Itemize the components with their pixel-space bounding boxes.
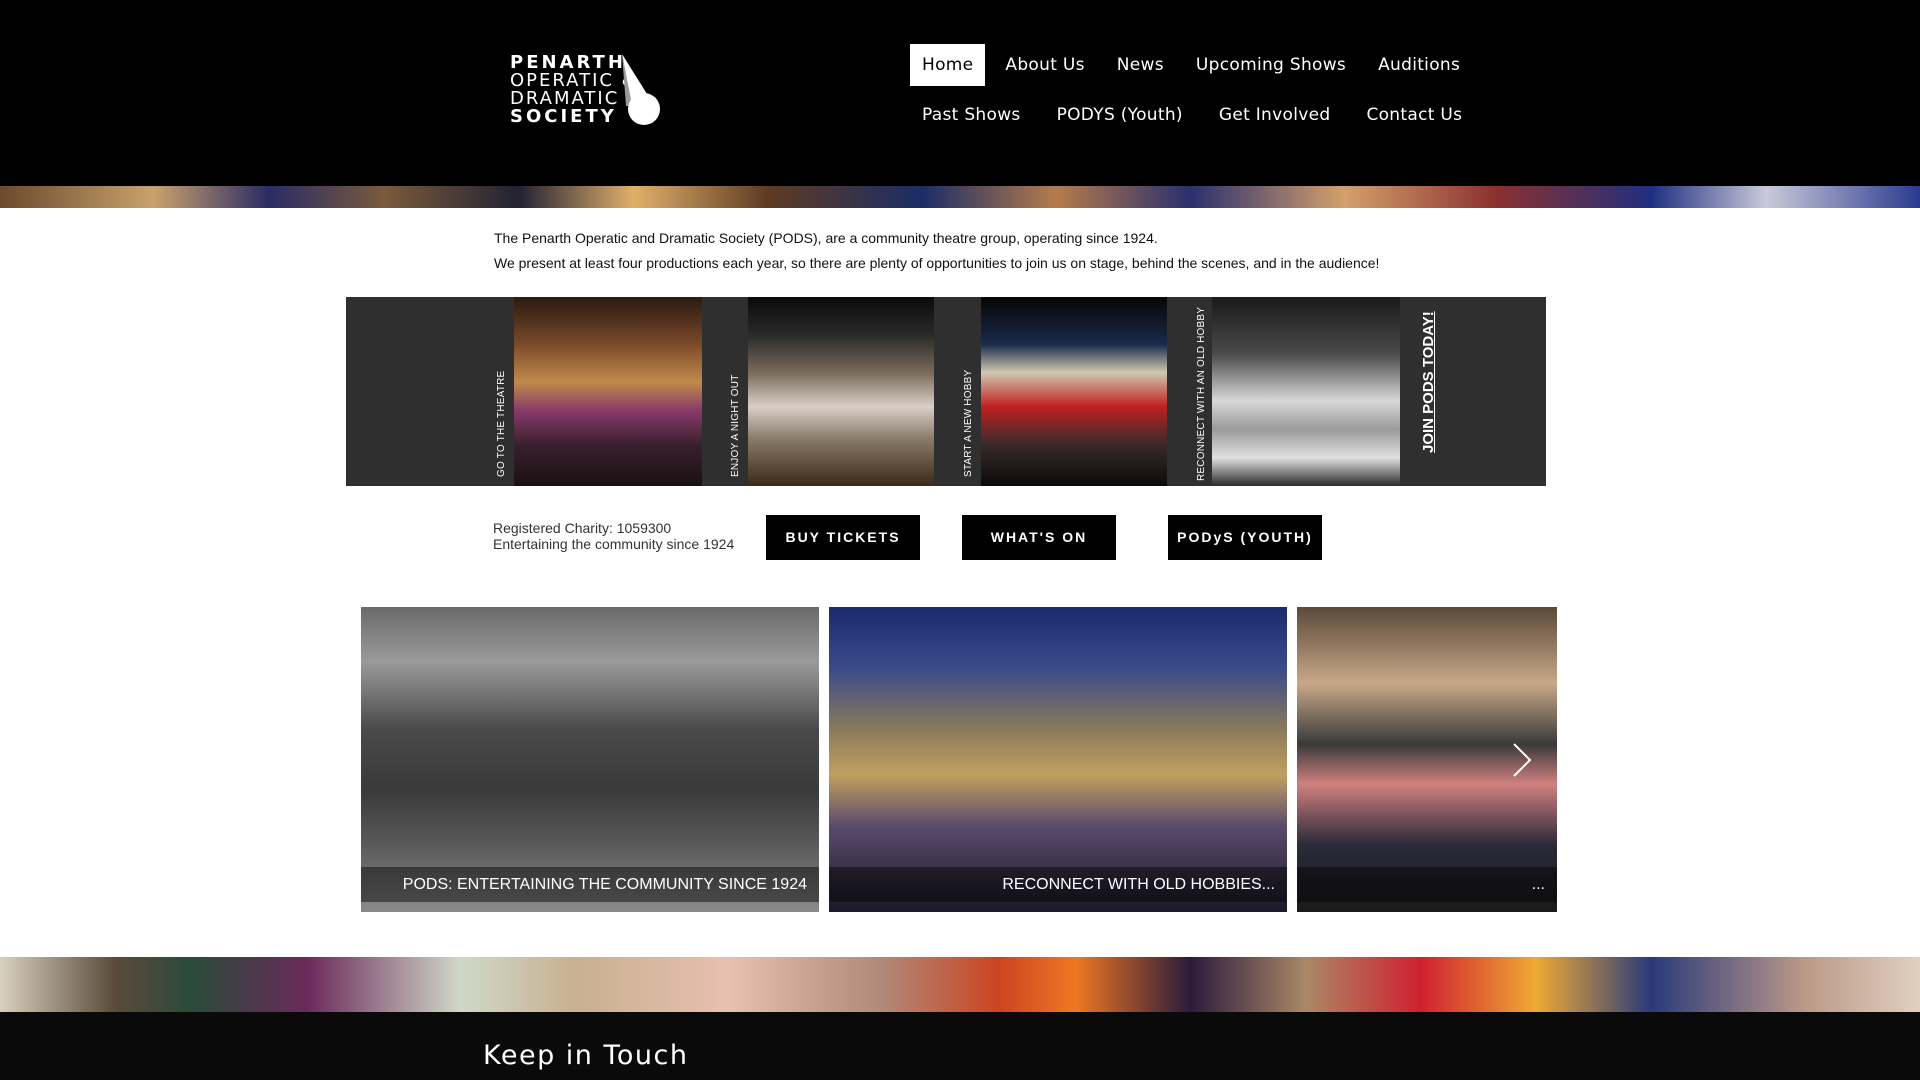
nav-home[interactable]: Home [910,44,986,86]
site-logo[interactable]: PENARTH OPERATIC & DRAMATIC SOCIETY [510,54,660,129]
charity-tagline: Entertaining the community since 1924 [493,536,735,552]
banner-label-theatre: GO TO THE THEATRE [496,370,507,477]
gallery-caption: RECONNECT WITH OLD HOBBIES... [829,867,1287,902]
banner-photo-theatre [514,297,702,486]
site-footer [0,1012,1920,1080]
banner-photo-old-hobby [1212,297,1400,486]
nav-news[interactable]: News [1105,44,1176,86]
nav-row-secondary: Past Shows PODYS (Youth) Get Involved Co… [910,94,1462,136]
charity-number: Registered Charity: 1059300 [493,520,672,536]
main-nav: Home About Us News Upcoming Shows Auditi… [910,44,1462,136]
nav-about-us[interactable]: About Us [993,44,1096,86]
banner-label-night-out: ENJOY A NIGHT OUT [730,374,741,478]
banner-photo-new-hobby [981,297,1167,486]
banner-photo-night-out [748,297,934,486]
nav-row-primary: Home About Us News Upcoming Shows Auditi… [910,44,1460,86]
nav-upcoming-shows[interactable]: Upcoming Shows [1184,44,1358,86]
charity-info: Registered Charity: 1059300 Entertaining… [493,520,734,552]
gallery-slide[interactable]: RECONNECT WITH OLD HOBBIES... [829,607,1287,912]
nav-contact-us[interactable]: Contact Us [1354,94,1474,136]
whats-on-button[interactable]: WHAT'S ON [962,515,1116,560]
gallery-caption: ... [1297,867,1557,902]
gallery-slide[interactable]: PODS: ENTERTAINING THE COMMUNITY SINCE 1… [361,607,819,912]
chevron-right-icon[interactable] [1510,740,1534,780]
photo-strip-top [0,186,1920,208]
site-header: PENARTH OPERATIC & DRAMATIC SOCIETY Home… [0,0,1920,186]
podys-youth-button[interactable]: PODyS (YOUTH) [1168,515,1322,560]
nav-podys-youth[interactable]: PODYS (Youth) [1045,94,1195,136]
photo-strip-bottom [0,957,1920,1012]
join-pods-link[interactable]: JOIN PODS TODAY! [1420,311,1437,453]
logo-text: PENARTH OPERATIC & DRAMATIC SOCIETY [510,54,638,126]
join-banner[interactable]: GO TO THE THEATRE ENJOY A NIGHT OUT STAR… [346,297,1546,486]
nav-auditions[interactable]: Auditions [1366,44,1472,86]
spotlight-icon [622,54,660,125]
banner-label-old-hobby: RECONNECT WITH AN OLD HOBBY [1196,306,1207,481]
keep-in-touch-heading: Keep in Touch [483,1040,689,1071]
intro-line-2: We present at least four productions eac… [494,255,1380,271]
gallery-caption: PODS: ENTERTAINING THE COMMUNITY SINCE 1… [361,867,819,902]
intro-text: The Penarth Operatic and Dramatic Societ… [494,226,1414,276]
logo-line: SOCIETY [510,106,617,127]
image-gallery: PODS: ENTERTAINING THE COMMUNITY SINCE 1… [361,607,1557,912]
nav-get-involved[interactable]: Get Involved [1207,94,1343,136]
intro-line-1: The Penarth Operatic and Dramatic Societ… [494,230,1158,246]
banner-label-new-hobby: START A NEW HOBBY [963,369,974,477]
nav-past-shows[interactable]: Past Shows [910,94,1033,136]
buy-tickets-button[interactable]: BUY TICKETS [766,515,920,560]
